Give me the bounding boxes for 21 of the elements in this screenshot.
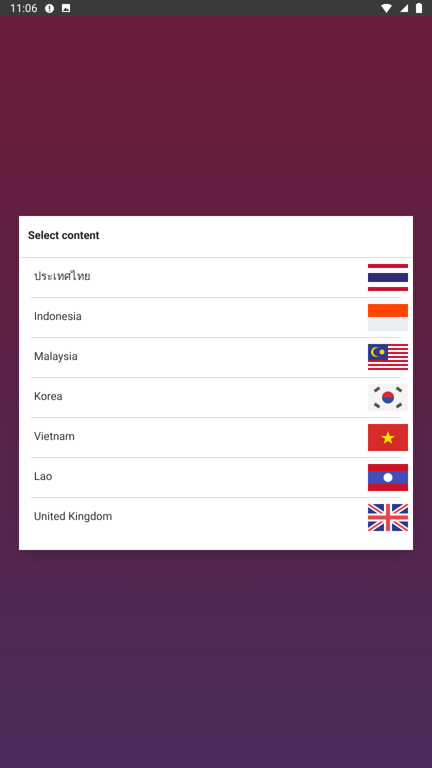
signal-icon <box>400 4 408 12</box>
battery-icon <box>416 3 422 13</box>
lao-flag-icon <box>368 464 408 491</box>
thai-flag-icon <box>368 264 408 291</box>
country-option[interactable]: Indonesia <box>19 298 413 337</box>
malaysian-flag-icon <box>368 344 408 371</box>
wifi-icon <box>381 4 392 12</box>
country-option[interactable]: United Kingdom <box>19 498 413 537</box>
indonesian-flag-icon <box>368 304 408 331</box>
clock: 11:06 <box>10 2 38 14</box>
country-option[interactable]: Korea <box>19 378 413 417</box>
image-icon <box>62 4 70 12</box>
country-option[interactable]: Lao <box>19 458 413 497</box>
alert-icon <box>45 4 54 12</box>
vietnamese-flag-icon <box>368 424 408 451</box>
korean-flag-icon <box>368 384 408 411</box>
country-option[interactable]: Vietnam <box>19 418 413 457</box>
dialog-title: Select content <box>28 228 100 244</box>
country-option[interactable]: Malaysia <box>19 338 413 377</box>
uk-flag-icon <box>368 504 408 531</box>
country-option[interactable]: ประเทศไทย <box>19 258 413 297</box>
